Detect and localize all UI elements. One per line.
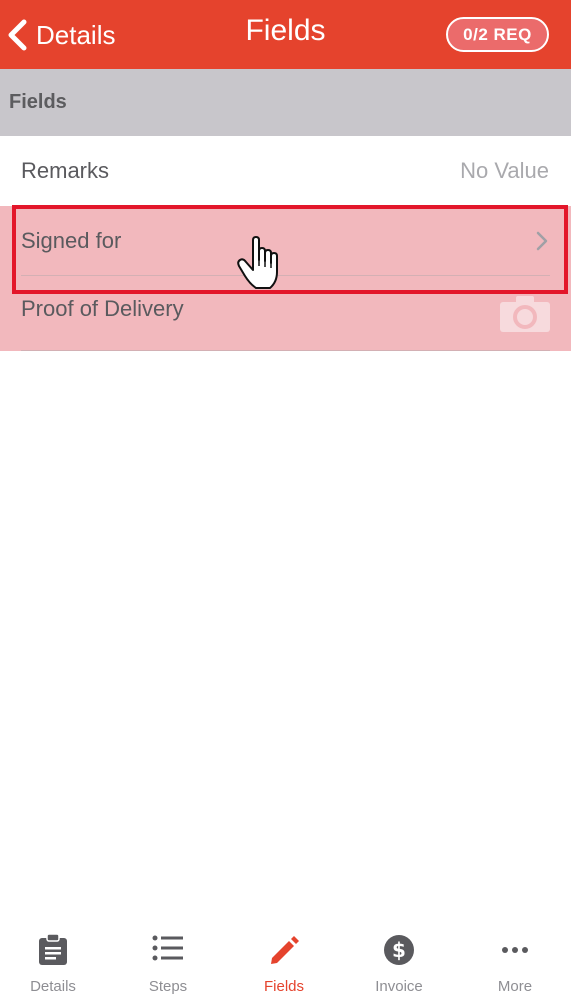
field-row-remarks[interactable]: Remarks No Value — [0, 136, 571, 206]
list-icon — [152, 935, 183, 961]
field-label: Remarks — [21, 158, 110, 183]
camera-icon[interactable] — [500, 296, 550, 332]
field-label: Proof of Delivery — [21, 296, 184, 321]
tab-label: Details — [30, 978, 76, 995]
tab-details[interactable]: Details — [0, 925, 110, 995]
back-button[interactable]: Details — [6, 14, 115, 56]
tab-steps[interactable]: Steps — [111, 925, 225, 995]
section-header: Fields — [0, 69, 571, 136]
field-row-proof-of-delivery[interactable]: Proof of Delivery — [0, 276, 571, 351]
dollar-icon: $ — [384, 935, 414, 965]
pencil-icon — [271, 936, 299, 964]
tab-label: Invoice — [375, 978, 423, 995]
field-value: No Value — [460, 158, 549, 183]
tab-invoice[interactable]: $ Invoice — [342, 925, 456, 995]
tab-bar: Details Steps Fields $ Invoice More — [0, 925, 571, 995]
chevron-left-icon — [8, 19, 27, 51]
field-row-signed-for[interactable]: Signed for — [0, 206, 571, 276]
ellipsis-icon — [502, 947, 528, 953]
chevron-right-icon — [536, 231, 548, 251]
clipboard-icon — [39, 934, 67, 965]
required-count-badge[interactable]: 0/2 REQ — [446, 17, 549, 52]
row-divider — [21, 350, 550, 351]
svg-text:$: $ — [392, 938, 406, 962]
field-label: Signed for — [21, 228, 122, 253]
tab-label: More — [497, 978, 533, 995]
tab-label: Fields — [263, 978, 304, 995]
navigation-bar: Details Fields 0/2 REQ — [0, 0, 571, 69]
back-button-label: Details — [36, 19, 116, 50]
tab-fields[interactable]: Fields — [227, 925, 341, 995]
tab-more[interactable]: More — [458, 925, 571, 995]
tab-label: Steps — [148, 978, 188, 995]
